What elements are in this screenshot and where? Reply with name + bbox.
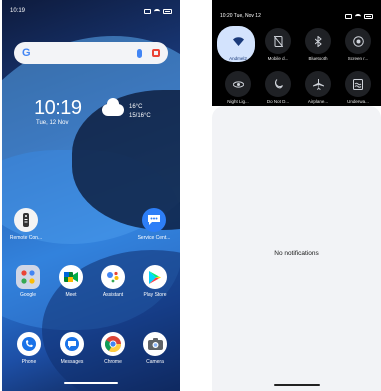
screenshot-root: 10:19 G 10:19 Tue, 12 Nov 16°C 15/16°C R… xyxy=(0,0,381,391)
tile-label: Screen r... xyxy=(347,56,369,61)
underwater-icon xyxy=(345,71,371,97)
tile-wifi[interactable]: Andmel2 xyxy=(218,28,258,61)
app-label: Meet xyxy=(65,292,77,298)
moon-icon xyxy=(265,71,291,97)
tile-night-light[interactable]: Night Lig... xyxy=(218,71,258,104)
tile-label: Do Not D... xyxy=(266,99,290,104)
meet-icon xyxy=(59,265,83,289)
app-label: Remote Con... xyxy=(9,235,43,241)
tile-label: Bluetooth xyxy=(308,56,328,61)
camera-icon xyxy=(143,332,167,356)
cast-icon xyxy=(345,13,352,19)
tile-mobile-data[interactable]: Mobile d... xyxy=(258,28,298,61)
quick-settings-panel: 10:20 Tue, Nov 12 Andmel2 Mobile d... Bl… xyxy=(212,0,381,106)
gesture-nav-bar[interactable] xyxy=(274,384,320,386)
google-search-bar[interactable]: G xyxy=(14,42,168,64)
mobile-data-icon xyxy=(265,28,291,54)
remote-icon xyxy=(14,208,38,232)
home-screen: 10:19 G 10:19 Tue, 12 Nov 16°C 15/16°C R… xyxy=(2,0,180,391)
tile-bluetooth[interactable]: Bluetooth xyxy=(298,28,338,61)
notification-shade: 10:20 Tue, Nov 12 Andmel2 Mobile d... Bl… xyxy=(212,0,381,391)
folder-icon xyxy=(16,265,40,289)
phone-icon xyxy=(17,332,41,356)
tile-label: Airplane... xyxy=(307,99,329,104)
app-messages[interactable]: Messages xyxy=(52,332,92,365)
clock-widget[interactable]: 10:19 xyxy=(34,97,82,120)
tile-label: Mobile d... xyxy=(267,56,289,61)
app-camera[interactable]: Camera xyxy=(135,332,175,365)
app-label: Service Cent... xyxy=(137,235,171,241)
app-assistant[interactable]: Assistant xyxy=(93,265,133,298)
wifi-icon xyxy=(154,8,160,14)
app-remote-control[interactable]: Remote Con... xyxy=(6,208,46,241)
google-logo: G xyxy=(22,47,31,59)
battery-icon xyxy=(163,8,172,14)
app-label: Phone xyxy=(21,359,37,365)
app-label: Chrome xyxy=(104,359,122,365)
weather-range: 15/16°C xyxy=(129,113,151,119)
weather-widget[interactable]: 16°C 15/16°C xyxy=(129,103,151,121)
app-label: Play Store xyxy=(143,292,167,298)
tile-label: Underwa... xyxy=(347,99,369,104)
assistant-icon xyxy=(101,265,125,289)
app-phone[interactable]: Phone xyxy=(9,332,49,365)
status-icons xyxy=(144,8,172,14)
app-meet[interactable]: Meet xyxy=(51,265,91,298)
wifi-icon xyxy=(355,13,361,19)
app-chrome[interactable]: Chrome xyxy=(93,332,133,365)
tile-screen-record[interactable]: Screen r... xyxy=(338,28,378,61)
app-play-store[interactable]: Play Store xyxy=(135,265,175,298)
status-bar: 10:19 xyxy=(10,6,172,16)
tile-label: Night Lig... xyxy=(227,99,249,104)
tile-label: Andmel2 xyxy=(229,56,247,61)
cloud-icon[interactable] xyxy=(102,98,124,116)
airplane-icon xyxy=(305,71,331,97)
chat-bubble-icon xyxy=(142,208,166,232)
lens-icon[interactable] xyxy=(152,49,160,57)
tile-do-not-disturb[interactable]: Do Not D... xyxy=(258,71,298,104)
wifi-icon xyxy=(225,28,251,54)
status-time: 10:19 xyxy=(10,8,26,14)
tile-airplane[interactable]: Airplane... xyxy=(298,71,338,104)
mic-icon[interactable] xyxy=(137,48,142,58)
app-label: Messages xyxy=(60,359,84,365)
status-datetime: 10:20 Tue, Nov 12 xyxy=(220,13,261,19)
weather-temp: 16°C xyxy=(129,104,143,110)
app-service-center[interactable]: Service Cent... xyxy=(134,208,174,241)
eye-icon xyxy=(225,71,251,97)
messages-icon xyxy=(60,332,84,356)
quick-settings-tiles: Andmel2 Mobile d... Bluetooth Screen r..… xyxy=(218,28,378,104)
date-label[interactable]: Tue, 12 Nov xyxy=(36,120,68,126)
empty-notifications-text: No notifications xyxy=(274,250,319,257)
app-label: Assistant xyxy=(102,292,124,298)
app-google-folder[interactable]: Google xyxy=(8,265,48,298)
bluetooth-icon xyxy=(305,28,331,54)
status-bar: 10:20 Tue, Nov 12 xyxy=(220,13,373,19)
tile-underwater[interactable]: Underwa... xyxy=(338,71,378,104)
gesture-nav-bar[interactable] xyxy=(64,382,118,384)
app-label: Google xyxy=(19,292,37,298)
chrome-icon xyxy=(101,332,125,356)
cast-icon xyxy=(144,8,151,14)
play-store-icon xyxy=(143,265,167,289)
battery-icon xyxy=(364,13,373,19)
status-icons xyxy=(345,13,373,19)
screen-record-icon xyxy=(345,28,371,54)
app-label: Camera xyxy=(146,359,164,365)
notifications-panel: No notifications xyxy=(212,106,381,391)
